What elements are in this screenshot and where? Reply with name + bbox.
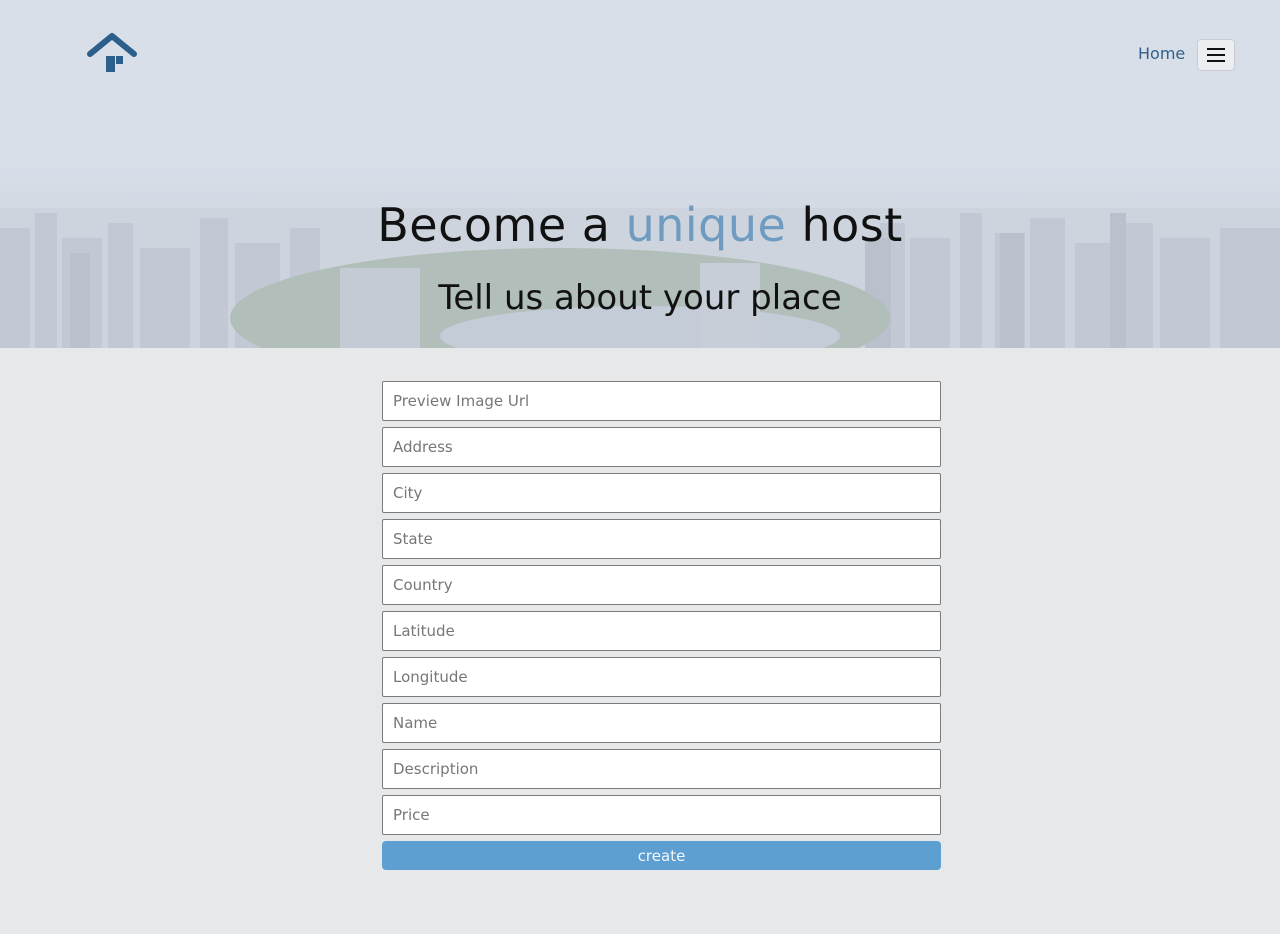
menu-button[interactable]: [1197, 39, 1235, 71]
country-input[interactable]: [382, 565, 941, 605]
state-input[interactable]: [382, 519, 941, 559]
hero-title: Become a unique host: [0, 198, 1280, 252]
nav-home-link[interactable]: Home: [1138, 44, 1185, 63]
latitude-input[interactable]: [382, 611, 941, 651]
hero-title-prefix: Become a: [377, 198, 626, 252]
longitude-input[interactable]: [382, 657, 941, 697]
description-input[interactable]: [382, 749, 941, 789]
city-input[interactable]: [382, 473, 941, 513]
hamburger-menu-icon: [1207, 48, 1225, 62]
hero-title-accent: unique: [625, 198, 787, 252]
create-button[interactable]: create: [382, 841, 941, 870]
address-input[interactable]: [382, 427, 941, 467]
name-input[interactable]: [382, 703, 941, 743]
price-input[interactable]: [382, 795, 941, 835]
hero-subtitle: Tell us about your place: [438, 278, 842, 318]
hero-title-suffix: host: [786, 198, 903, 252]
house-logo-icon[interactable]: [86, 32, 138, 76]
preview-image-url-input[interactable]: [382, 381, 941, 421]
hero-banner: Home Become a unique host Tell us about …: [0, 0, 1280, 348]
host-listing-form: create: [382, 381, 941, 870]
